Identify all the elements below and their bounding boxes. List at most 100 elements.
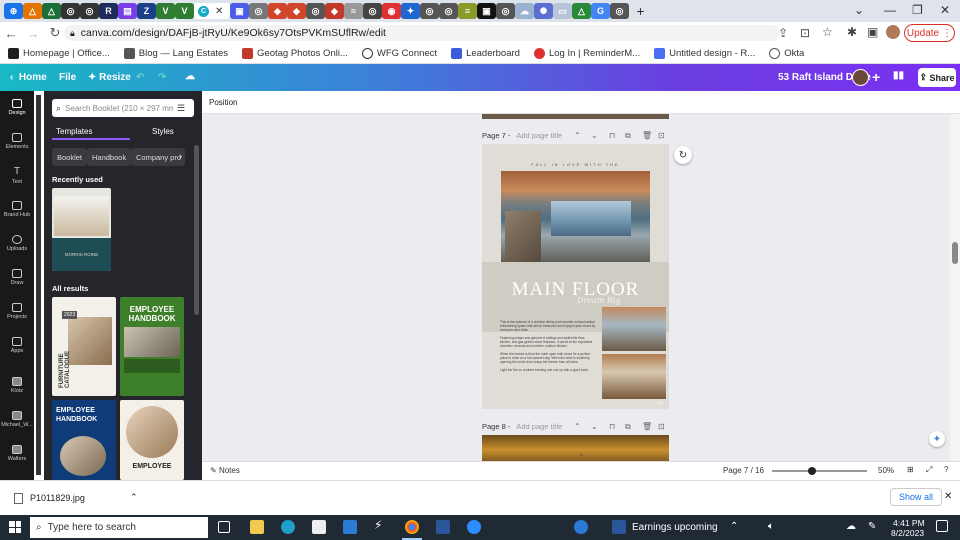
- mail-icon[interactable]: [343, 520, 357, 534]
- reload-icon[interactable]: ↻: [44, 25, 66, 41]
- rail-michael[interactable]: Michael_W...: [0, 411, 34, 428]
- filter-chip[interactable]: Booklet: [52, 148, 88, 166]
- zoom-icon[interactable]: [467, 520, 481, 534]
- rail-projects[interactable]: Projects: [0, 303, 34, 320]
- tab-styles[interactable]: Styles: [152, 127, 174, 136]
- volume-icon[interactable]: 🔈︎: [768, 521, 774, 532]
- template-thumbnail[interactable]: EMPLOYEE HANDBOOK: [120, 297, 184, 396]
- zoom-slider[interactable]: [772, 467, 867, 475]
- tab-favicon[interactable]: V: [175, 3, 194, 19]
- rail-draw[interactable]: Draw: [0, 269, 34, 286]
- news-ticker[interactable]: Earnings upcoming: [632, 522, 718, 533]
- tab-favicon[interactable]: ▣: [230, 3, 249, 19]
- bookmark-item[interactable]: Log In | ReminderM...: [533, 48, 640, 59]
- clock-date[interactable]: 8/2/2023: [891, 528, 924, 538]
- page-indicator[interactable]: Page 7 / 16: [723, 466, 764, 475]
- notes-button[interactable]: ✎ Notes: [210, 466, 240, 475]
- move-page-down-icon[interactable]: ⌄: [591, 422, 598, 431]
- active-tab[interactable]: C ✕: [194, 3, 230, 19]
- tab-favicon[interactable]: ▣: [477, 3, 496, 19]
- tab-favicon[interactable]: ◎: [439, 3, 458, 19]
- magic-assistant-icon[interactable]: ✦: [929, 431, 945, 447]
- tray-chevron-icon[interactable]: ⌃: [730, 521, 738, 532]
- tab-favicon[interactable]: ◎: [306, 3, 325, 19]
- bookmark-item[interactable]: Homepage | Office...: [8, 48, 110, 59]
- position-button[interactable]: Position: [209, 98, 237, 107]
- tab-favicon[interactable]: ◎: [249, 3, 268, 19]
- rail-design[interactable]: Design: [0, 99, 34, 116]
- share-button[interactable]: ⇪ Share: [918, 68, 956, 87]
- tab-favicon[interactable]: ≈: [344, 3, 363, 19]
- rail-walters[interactable]: Walters: [0, 445, 34, 462]
- chrome-icon[interactable]: [405, 520, 419, 534]
- bookmark-item[interactable]: WFG Connect: [361, 48, 437, 59]
- taskbar-search-input[interactable]: ⌕ Type here to search: [30, 517, 208, 538]
- tab-favicon[interactable]: ✦: [401, 3, 420, 19]
- tab-favicon[interactable]: ◎: [420, 3, 439, 19]
- word-icon[interactable]: [436, 520, 450, 534]
- add-page-icon[interactable]: ⊡: [658, 422, 665, 431]
- tab-favicon[interactable]: ◎: [80, 3, 99, 19]
- redo-icon[interactable]: ↷: [158, 72, 166, 83]
- move-page-down-icon[interactable]: ⌄: [591, 131, 598, 140]
- rail-brand-hub[interactable]: Brand Hub: [0, 201, 34, 218]
- tab-favicon[interactable]: ◎: [61, 3, 80, 19]
- tab-favicon[interactable]: ◎: [496, 3, 515, 19]
- panel-scrollbar[interactable]: [193, 95, 200, 475]
- tab-favicon[interactable]: ⊕: [4, 3, 23, 19]
- delete-page-icon[interactable]: 🗑︎: [642, 131, 652, 140]
- tab-favicon[interactable]: ▤: [118, 3, 137, 19]
- lock-icon[interactable]: ⊓: [609, 131, 615, 140]
- tab-favicon[interactable]: △: [23, 3, 42, 19]
- zoom-level[interactable]: 50%: [878, 466, 894, 475]
- tab-favicon[interactable]: ◆: [325, 3, 344, 19]
- show-pages-chevron-icon[interactable]: ⌃: [578, 453, 585, 461]
- zoom-slider-knob[interactable]: [807, 467, 816, 475]
- share-page-icon[interactable]: ⇪: [778, 26, 788, 40]
- edge-icon[interactable]: [281, 520, 295, 534]
- chevron-right-icon[interactable]: ›: [179, 151, 182, 161]
- filter-icon[interactable]: ☰: [177, 103, 185, 114]
- workspace-scrollbar[interactable]: [950, 114, 960, 461]
- url-field[interactable]: 🔒︎ canva.com/design/DAFjB-jtRyU/Ke9Ok6sy…: [64, 25, 780, 41]
- filter-chip[interactable]: Handbook: [87, 148, 132, 166]
- back-icon[interactable]: ←: [0, 26, 22, 41]
- new-tab-button[interactable]: +: [631, 3, 650, 19]
- store-icon[interactable]: [312, 520, 326, 534]
- home-button[interactable]: ‹ Home: [10, 72, 47, 83]
- forward-icon[interactable]: →: [22, 26, 44, 41]
- onedrive-icon[interactable]: ☁: [846, 521, 856, 532]
- download-filename[interactable]: P1011829.jpg: [30, 493, 85, 503]
- extensions-icon[interactable]: ✱: [847, 25, 857, 39]
- page-7-canvas[interactable]: FALL IN LOVE WITH THE MAIN FLOOR Dream B…: [482, 144, 669, 409]
- cloud-save-icon[interactable]: ☁: [185, 71, 195, 82]
- panel-scroll-thumb[interactable]: [194, 145, 199, 315]
- bookmark-item[interactable]: Blog — Lang Estates: [123, 48, 228, 59]
- tab-favicon[interactable]: G: [591, 3, 610, 19]
- duplicate-page-icon[interactable]: ⧉: [625, 131, 631, 141]
- chevron-up-icon[interactable]: ⌃: [130, 492, 138, 503]
- close-icon[interactable]: ✕: [944, 491, 952, 502]
- minimize-icon[interactable]: —: [884, 3, 896, 17]
- tab-templates[interactable]: Templates: [56, 127, 92, 136]
- app-icon[interactable]: ⚡︎: [374, 518, 388, 532]
- template-search-input[interactable]: ⌕ Search Booklet (210 × 297 mm) te ☰: [52, 99, 194, 117]
- page-7-title-input[interactable]: Add page title: [516, 131, 562, 140]
- undo-icon[interactable]: ↶: [136, 72, 144, 83]
- news-widget-icon[interactable]: [612, 520, 626, 534]
- collaborator-avatar[interactable]: [852, 69, 869, 86]
- windows-start-icon[interactable]: [9, 521, 21, 533]
- lock-icon[interactable]: ⊓: [609, 422, 615, 431]
- add-collaborator-icon[interactable]: +: [872, 69, 880, 85]
- page-8-canvas[interactable]: [482, 435, 669, 461]
- add-page-icon[interactable]: ⊡: [658, 131, 665, 140]
- clock-time[interactable]: 4:41 PM: [893, 518, 925, 528]
- delete-page-icon[interactable]: 🗑︎: [642, 422, 652, 431]
- bookmark-item[interactable]: Okta: [769, 48, 804, 59]
- rail-klotz[interactable]: Klotz: [0, 377, 34, 394]
- bookmark-star-icon[interactable]: ☆: [822, 25, 833, 39]
- duplicate-page-icon[interactable]: ⧉: [625, 422, 631, 432]
- template-thumbnail[interactable]: 2023 FURNITURE CATALOGUE: [52, 297, 116, 396]
- template-thumbnail[interactable]: EMPLOYEE: [120, 400, 184, 480]
- tab-favicon[interactable]: V: [156, 3, 175, 19]
